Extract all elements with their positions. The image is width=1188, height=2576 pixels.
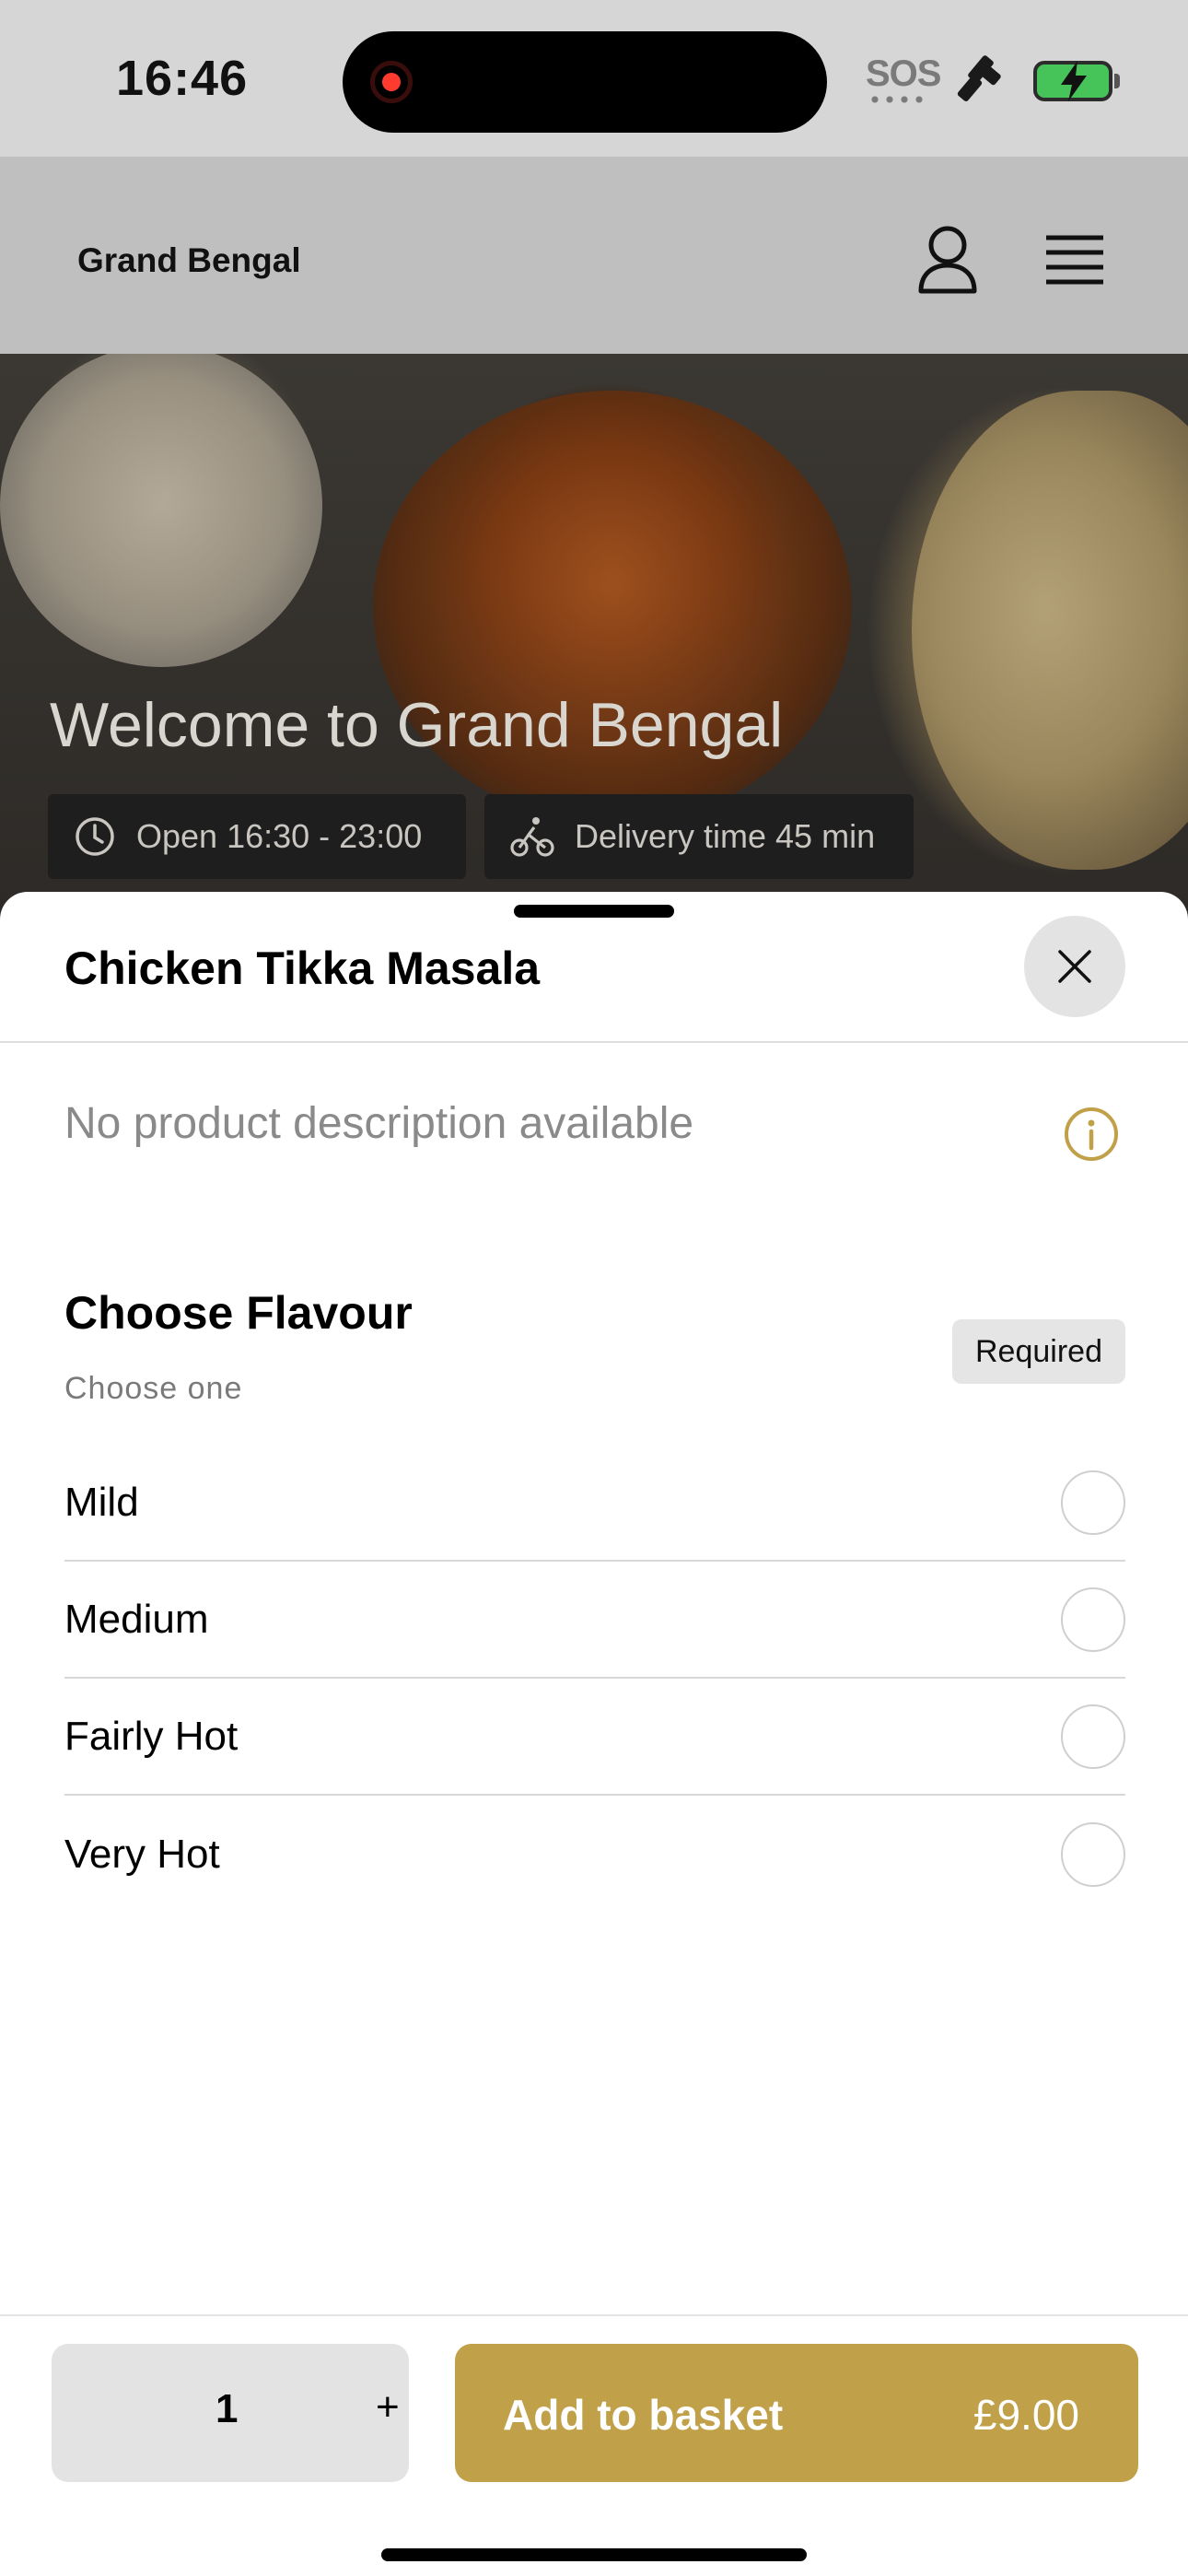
flavour-section-subtitle: Choose one bbox=[64, 1371, 243, 1406]
hero-title: Welcome to Grand Bengal bbox=[50, 690, 784, 760]
option-label: Mild bbox=[64, 1479, 139, 1525]
dynamic-island bbox=[343, 31, 827, 133]
close-button[interactable] bbox=[1024, 916, 1125, 1017]
status-bar: 16:46 SOS bbox=[0, 0, 1188, 157]
flavour-option-mild[interactable]: Mild bbox=[64, 1445, 1125, 1562]
delivery-time-text: Delivery time 45 min bbox=[575, 817, 876, 855]
increase-quantity-button[interactable]: + bbox=[376, 2384, 400, 2430]
sheet-divider bbox=[0, 1041, 1188, 1043]
charging-bolt-icon bbox=[1061, 61, 1087, 101]
radio-button[interactable] bbox=[1061, 1587, 1125, 1652]
required-badge: Required bbox=[952, 1319, 1125, 1384]
add-to-basket-button[interactable]: Add to basket £9.00 bbox=[455, 2344, 1138, 2482]
option-label: Medium bbox=[64, 1596, 209, 1642]
battery-nub bbox=[1114, 74, 1120, 88]
option-label: Very Hot bbox=[64, 1831, 220, 1877]
delivery-time-pill: Delivery time 45 min bbox=[484, 794, 914, 879]
app-header: Grand Bengal bbox=[0, 157, 1188, 354]
menu-icon[interactable] bbox=[1044, 232, 1105, 287]
opening-hours-pill: Open 16:30 - 23:00 bbox=[48, 794, 466, 879]
bottom-action-bar: 1 + Add to basket £9.00 bbox=[0, 2314, 1188, 2576]
hero-banner: Welcome to Grand Bengal Open 16:30 - 23:… bbox=[0, 354, 1188, 921]
add-to-basket-label: Add to basket bbox=[503, 2391, 784, 2439]
home-indicator[interactable] bbox=[381, 2548, 807, 2561]
radio-button[interactable] bbox=[1061, 1821, 1125, 1887]
info-icon[interactable] bbox=[1063, 1106, 1120, 1163]
naan-bread-image bbox=[912, 391, 1188, 870]
clock-icon bbox=[76, 817, 114, 856]
sheet-grabber[interactable] bbox=[514, 905, 674, 918]
screen-recording-icon bbox=[370, 61, 413, 103]
price-label: £9.00 bbox=[973, 2391, 1079, 2439]
status-time: 16:46 bbox=[116, 51, 249, 106]
rice-bowl-image bbox=[0, 354, 322, 667]
signal-dots-icon bbox=[868, 96, 926, 103]
close-icon bbox=[1058, 950, 1091, 983]
flavour-options-list: Mild Medium Fairly Hot Very Hot bbox=[64, 1445, 1125, 1913]
radio-button[interactable] bbox=[1061, 1469, 1125, 1535]
product-title: Chicken Tikka Masala bbox=[64, 943, 541, 994]
radio-button[interactable] bbox=[1061, 1704, 1125, 1769]
bicycle-courier-icon bbox=[510, 817, 554, 857]
quantity-value: 1 bbox=[215, 2386, 239, 2431]
flavour-section-title: Choose Flavour bbox=[64, 1287, 413, 1339]
flavour-option-fairly-hot[interactable]: Fairly Hot bbox=[64, 1679, 1125, 1796]
flavour-option-very-hot[interactable]: Very Hot bbox=[64, 1796, 1125, 1913]
user-icon[interactable] bbox=[915, 225, 980, 295]
sos-label: SOS bbox=[866, 53, 941, 94]
brand-name[interactable]: Grand Bengal bbox=[77, 241, 301, 280]
quantity-stepper: 1 + bbox=[52, 2344, 409, 2482]
flavour-option-medium[interactable]: Medium bbox=[64, 1562, 1125, 1679]
option-label: Fairly Hot bbox=[64, 1713, 239, 1759]
product-description: No product description available bbox=[64, 1099, 694, 1148]
opening-hours-text: Open 16:30 - 23:00 bbox=[136, 817, 423, 855]
background-page: 16:46 SOS Grand Bengal Welcome to Grand … bbox=[0, 0, 1188, 921]
satellite-icon bbox=[957, 55, 1001, 101]
